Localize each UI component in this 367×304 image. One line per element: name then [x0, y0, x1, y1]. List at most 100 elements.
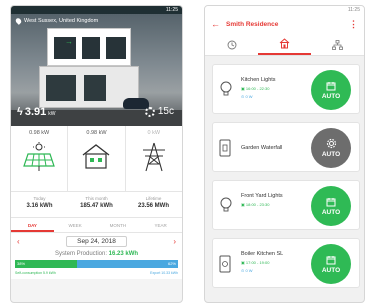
device-power: ⊙ 0 W — [241, 268, 253, 273]
system-production: System Production: 16.23 kWh — [11, 249, 182, 259]
device-card[interactable]: Boiler Kitchen SL ▣ 17:00 - 19:00 ⊙ 0 W … — [212, 238, 360, 288]
status-bar: 11:25 — [11, 6, 182, 14]
gear-icon — [326, 138, 336, 149]
home-value: 0.98 kW — [86, 130, 107, 136]
device-power: ⊙ 0 W — [241, 94, 253, 99]
totals-row: Today 3.16 kWh This month 185.47 kWh Lif… — [11, 192, 182, 218]
export-label: Export 10.33 kWh — [150, 271, 178, 275]
weather: 15c — [144, 106, 174, 117]
socket-icon — [219, 255, 231, 273]
total-label: This month — [85, 196, 108, 201]
energy-flow-row: 0.98 kW 0.98 kW 0 kW → — [11, 37, 182, 192]
mode-label: AUTO — [321, 151, 341, 158]
self-consumption-label: Self-consumption 5.9 kWh — [15, 271, 56, 275]
total-value: 3.16 kWh — [26, 203, 53, 209]
device-schedule: ▣ 16:00 - 22:30 — [241, 86, 270, 91]
switch-icon — [219, 139, 231, 157]
device-name: Garden Waterfall — [241, 145, 283, 151]
house-upper-floor — [47, 28, 131, 66]
date-field[interactable]: Sep 24, 2018 — [66, 235, 127, 247]
self-consumption-bar: 38% — [15, 260, 77, 268]
solar-value: 0.98 kW — [29, 130, 50, 136]
mode-label: AUTO — [321, 92, 341, 100]
power-unit: kW — [48, 111, 56, 117]
device-card[interactable]: Garden Waterfall AUTO — [212, 122, 360, 172]
power-value: 3.91 — [24, 106, 47, 118]
device-card[interactable]: Kitchen Lights ▣ 16:00 - 22:30 ⊙ 0 W AUT… — [212, 64, 360, 114]
production-legend: Self-consumption 5.9 kWh Export 10.33 kW… — [11, 270, 182, 279]
page-title: Smith Residence — [226, 20, 279, 28]
house-hero-image: West Sussex, United Kingdom ϟ 3.91 kW 15… — [11, 14, 182, 126]
tab-month[interactable]: MONTH — [97, 218, 140, 232]
self-pct: 38% — [17, 261, 26, 266]
house-icon — [279, 38, 290, 49]
sitemap-icon — [332, 39, 343, 50]
app-bar: ← Smith Residence ⋮ — [205, 14, 364, 34]
screen: 11:25 West Sussex, United Kingdom ϟ 3.91… — [0, 0, 367, 304]
power-tower-icon — [142, 142, 165, 172]
export-bar: 62% — [76, 260, 178, 268]
more-vert-icon[interactable]: ⋮ — [349, 19, 358, 30]
production-label: System Production: — [54, 251, 107, 257]
energy-dashboard-phone: 11:25 West Sussex, United Kingdom ϟ 3.91… — [10, 5, 183, 303]
tab-day[interactable]: DAY — [11, 218, 54, 232]
tab-week[interactable]: WEEK — [54, 218, 97, 232]
production-value: 16.23 kWh — [108, 251, 139, 257]
total-value: 23.56 MWh — [137, 203, 169, 209]
temperature: 15c — [157, 106, 174, 117]
sun-icon — [144, 106, 155, 117]
total-label: Lifetime — [145, 196, 162, 201]
tab-rooms[interactable] — [311, 34, 364, 55]
bulb-icon — [220, 197, 232, 212]
production-split-bar: 38% 62% — [11, 259, 182, 270]
calendar-icon — [326, 197, 336, 206]
bolt-icon: ϟ — [17, 106, 23, 118]
view-tabs — [205, 34, 364, 56]
mode-label: AUTO — [321, 208, 341, 216]
device-name: Front Yard Lights — [241, 193, 283, 199]
total-lifetime: Lifetime 23.56 MWh — [125, 192, 182, 217]
chevron-right-icon[interactable]: › — [173, 237, 176, 246]
auto-mode-button[interactable]: AUTO — [311, 186, 351, 226]
location-label: West Sussex, United Kingdom — [24, 18, 99, 24]
pin-icon — [14, 17, 23, 25]
period-tabs: DAY WEEK MONTH YEAR — [11, 218, 182, 233]
total-value: 185.47 kWh — [80, 203, 113, 209]
auto-mode-button[interactable]: AUTO — [311, 244, 351, 284]
device-schedule: ▣ 18:00 - 23:30 — [241, 202, 270, 207]
grid-value: 0 kW — [147, 130, 161, 136]
total-month: This month 185.47 kWh — [68, 192, 125, 217]
solar-flow[interactable]: 0.98 kW — [11, 126, 67, 191]
back-arrow-icon[interactable]: ← — [211, 19, 220, 29]
tab-devices[interactable] — [258, 34, 311, 55]
devices-phone: 11:25 ← Smith Residence ⋮ Kitchen Lights… — [204, 5, 365, 303]
grid-flow[interactable]: 0 kW — [124, 126, 182, 191]
clock-icon — [227, 40, 236, 49]
date-picker-row: ‹ Sep 24, 2018 › — [11, 233, 182, 249]
mode-label: AUTO — [321, 266, 341, 274]
status-time: 11:25 — [347, 7, 360, 13]
location[interactable]: West Sussex, United Kingdom — [14, 17, 99, 25]
auto-mode-button[interactable]: AUTO — [311, 128, 351, 168]
tab-schedule[interactable] — [205, 34, 258, 55]
current-power: ϟ 3.91 kW — [17, 106, 55, 118]
device-schedule: ▣ 17:00 - 19:00 — [241, 260, 270, 265]
bulb-icon — [220, 81, 232, 96]
chevron-left-icon[interactable]: ‹ — [17, 237, 20, 246]
calendar-icon — [326, 255, 336, 264]
total-today: Today 3.16 kWh — [11, 192, 68, 217]
export-pct: 62% — [167, 261, 176, 266]
total-label: Today — [33, 196, 46, 201]
flow-arrow-icon: → — [65, 37, 73, 46]
house-icon — [83, 144, 110, 169]
device-card[interactable]: Front Yard Lights ▣ 18:00 - 23:30 AUTO — [212, 180, 360, 230]
status-time: 11:25 — [165, 7, 178, 13]
calendar-icon — [326, 81, 336, 90]
status-bar: 11:25 — [205, 6, 364, 14]
auto-mode-button[interactable]: AUTO — [311, 70, 351, 110]
home-flow[interactable]: 0.98 kW — [67, 126, 124, 191]
solar-panel-icon — [23, 142, 55, 171]
tab-year[interactable]: YEAR — [139, 218, 182, 232]
device-name: Boiler Kitchen SL — [241, 251, 284, 257]
device-name: Kitchen Lights — [241, 77, 276, 83]
